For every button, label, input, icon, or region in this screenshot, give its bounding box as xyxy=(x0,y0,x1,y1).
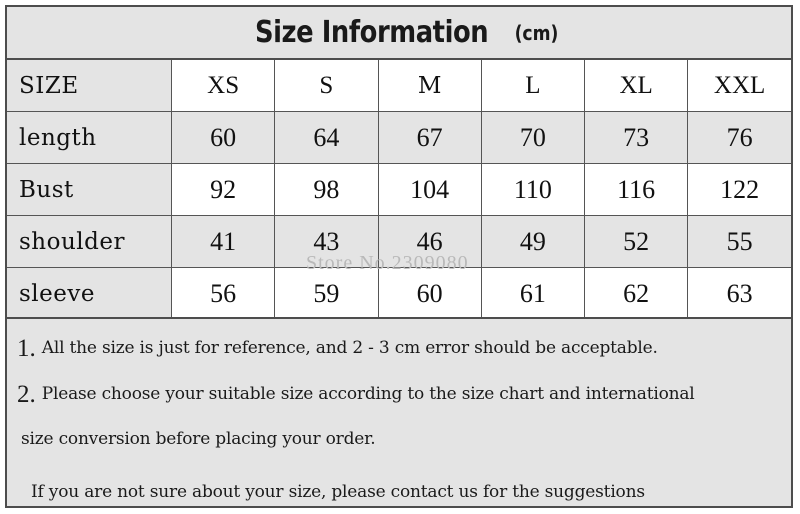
column-header-m: M xyxy=(378,60,482,112)
column-header-s: S xyxy=(274,60,379,112)
cell-length-xl: 73 xyxy=(584,111,689,164)
column-header-xxl: XXL xyxy=(687,60,791,112)
table-row: sleeve 56 59 60 61 62 63 xyxy=(7,267,791,319)
column-header-size: SIZE xyxy=(7,60,172,112)
cell-sleeve-l: 61 xyxy=(481,267,586,319)
cell-bust-s: 98 xyxy=(274,163,379,216)
note-1-text: All the size is just for reference, and … xyxy=(41,338,658,358)
cell-shoulder-xl: 52 xyxy=(584,215,689,268)
cell-shoulder-xs: 41 xyxy=(171,215,276,268)
row-label-shoulder: shoulder xyxy=(7,215,172,268)
table-row: Bust 92 98 104 110 116 122 xyxy=(7,163,791,216)
page-title: Size Information xyxy=(254,15,489,50)
chart-title-bar: Size Information (cm) xyxy=(7,7,791,60)
title-unit-label: (cm) xyxy=(514,20,559,45)
note-3-text: If you are not sure about your size, ple… xyxy=(31,481,645,502)
size-chart-page: Size Information (cm) SIZE XS S M L XL X… xyxy=(0,0,800,514)
chart-frame: Size Information (cm) SIZE XS S M L XL X… xyxy=(5,5,793,508)
row-label-sleeve: sleeve xyxy=(7,267,172,319)
column-header-xl: XL xyxy=(584,60,689,112)
cell-shoulder-xxl: 55 xyxy=(687,215,791,268)
cell-sleeve-xl: 62 xyxy=(584,267,689,319)
cell-length-m: 67 xyxy=(378,111,482,164)
cell-sleeve-xs: 56 xyxy=(171,267,276,319)
row-label-bust: Bust xyxy=(7,163,172,216)
cell-bust-xl: 116 xyxy=(584,163,689,216)
table-row: shoulder 41 43 46 49 52 55 xyxy=(7,215,791,268)
column-header-xs: XS xyxy=(171,60,276,112)
cell-sleeve-m: 60 xyxy=(378,267,482,319)
cell-bust-xs: 92 xyxy=(171,163,276,216)
cell-shoulder-s: 43 xyxy=(274,215,379,268)
cell-shoulder-m: 46 xyxy=(378,215,482,268)
notes-section: 1. All the size is just for reference, a… xyxy=(7,317,791,506)
note-1-number: 1. xyxy=(17,335,36,362)
cell-sleeve-xxl: 63 xyxy=(687,267,791,319)
note-item-1: 1. All the size is just for reference, a… xyxy=(17,325,781,372)
table-header-row: SIZE XS S M L XL XXL xyxy=(7,60,791,112)
note-2-number: 2. xyxy=(17,381,36,408)
column-header-l: L xyxy=(481,60,586,112)
cell-bust-m: 104 xyxy=(378,163,482,216)
note-item-2: 2. Please choose your suitable size acco… xyxy=(17,372,781,417)
note-2-text-line-2: size conversion before placing your orde… xyxy=(21,429,376,449)
note-item-3: If you are not sure about your size, ple… xyxy=(17,462,781,514)
cell-sleeve-s: 59 xyxy=(274,267,379,319)
size-table: SIZE XS S M L XL XXL length 60 64 67 70 … xyxy=(7,60,791,319)
cell-bust-xxl: 122 xyxy=(687,163,791,216)
cell-length-xs: 60 xyxy=(171,111,276,164)
cell-length-xxl: 76 xyxy=(687,111,791,164)
cell-shoulder-l: 49 xyxy=(481,215,586,268)
row-label-length: length xyxy=(7,111,172,164)
cell-length-s: 64 xyxy=(274,111,379,164)
table-row: length 60 64 67 70 73 76 xyxy=(7,111,791,164)
note-item-2-continued: size conversion before placing your orde… xyxy=(17,417,781,462)
cell-length-l: 70 xyxy=(481,111,586,164)
cell-bust-l: 110 xyxy=(481,163,586,216)
note-2-text-line-1: Please choose your suitable size accordi… xyxy=(41,384,695,404)
